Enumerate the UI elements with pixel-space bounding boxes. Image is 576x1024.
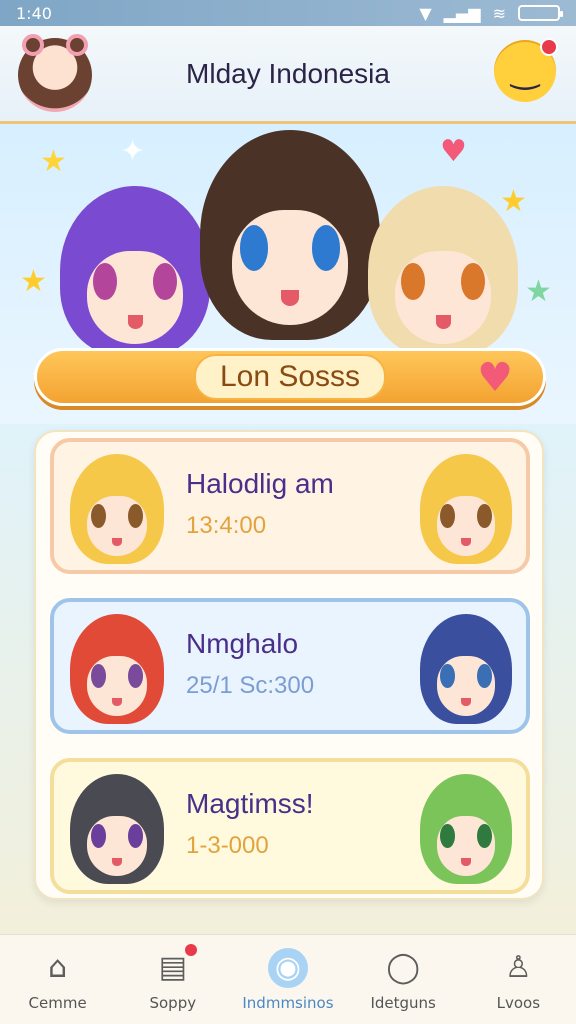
character-eye: [93, 262, 117, 300]
character-mouth: [461, 857, 471, 867]
character-eye: [153, 262, 177, 300]
character-eye: [440, 663, 455, 688]
card-time: 25/1 Sc:300: [186, 672, 315, 699]
character-eye: [128, 663, 144, 688]
character-eye: [90, 663, 106, 688]
notification-badge: [184, 943, 197, 956]
star-icon: ★: [20, 264, 47, 299]
character-eye: [477, 503, 492, 528]
page-title: Mlday Indonesia: [186, 57, 390, 89]
star-icon: ★: [500, 184, 527, 219]
character-eye: [239, 224, 269, 271]
avatar-icon: [420, 614, 512, 724]
character-eye: [477, 663, 492, 688]
user-icon: ♙: [504, 950, 532, 985]
character-eye: [440, 503, 455, 528]
avatar-ear-right: [66, 34, 88, 56]
avatar-icon: [420, 774, 512, 884]
card-time: 1-3-000: [186, 832, 269, 859]
wifi-secondary-icon: ≋: [492, 3, 506, 23]
nav-item-calendar[interactable]: ▤ Soppy: [118, 943, 228, 1012]
avatar-icon: [70, 454, 164, 564]
battery-icon: [518, 5, 563, 21]
banner[interactable]: Lon Sosss ♥: [34, 348, 546, 406]
star-icon: ★: [525, 274, 552, 309]
sparkle-icon: ✦: [120, 134, 146, 169]
character-eye: [461, 262, 485, 300]
character-mouth: [461, 697, 471, 707]
signal-icon: ▂▄▆: [443, 3, 481, 23]
status-icons: ▼ ▂▄▆ ≋: [419, 3, 563, 23]
card-title: Nmghalo: [186, 628, 299, 659]
avatar-ear-left: [22, 34, 44, 56]
nav-label: Soppy: [149, 993, 197, 1012]
character-blonde: [368, 186, 518, 356]
character-eye: [128, 823, 144, 848]
character-eye: [128, 503, 144, 528]
card-list: Halodlig am 13:4:00 Nmghalo 25/1 Sc:300: [34, 430, 544, 900]
character-mouth: [127, 315, 143, 329]
avatar-icon: [420, 454, 512, 564]
nav-label: Indmmsinos: [242, 993, 334, 1012]
status-time: 1:40: [16, 3, 52, 23]
character-eye: [311, 224, 341, 271]
heart-icon: ♥: [440, 134, 467, 169]
star-icon: ★: [40, 144, 67, 179]
nav-item-chat[interactable]: ◉ Indmmsinos: [233, 947, 343, 1012]
card-text: Nmghalo 25/1 Sc:300: [186, 628, 426, 700]
character-brown: [200, 130, 380, 340]
banner-label: Lon Sosss: [193, 354, 387, 400]
card-time: 13:4:00: [186, 512, 267, 539]
character-purple: [60, 186, 210, 356]
home-icon: ⌂: [48, 950, 68, 985]
wifi-icon: ▼: [419, 3, 432, 23]
nav-label: Cemme: [28, 993, 87, 1012]
nav-item-profile[interactable]: ♙ Lvoos: [463, 948, 573, 1012]
character-mouth: [461, 537, 471, 547]
nav-label: Idetguns: [370, 993, 436, 1012]
bottom-nav: ⌂ Cemme ▤ Soppy ◉ Indmmsinos ◯ Idetguns …: [0, 934, 576, 1024]
message-icon: ◯: [386, 950, 420, 985]
character-eye: [440, 823, 455, 848]
status-bar: 1:40 ▼ ▂▄▆ ≋: [0, 0, 576, 26]
chat-icon: ◉: [267, 947, 308, 988]
nav-item-messages[interactable]: ◯ Idetguns: [348, 948, 458, 1012]
notification-dot: [540, 38, 558, 56]
calendar-icon: ▤: [153, 943, 197, 988]
smiley-icon[interactable]: ‿: [494, 38, 558, 102]
nav-label: Lvoos: [496, 993, 541, 1012]
character-eye: [401, 262, 425, 300]
character-eye: [477, 823, 492, 848]
card-text: Magtimss! 1-3-000: [186, 788, 426, 860]
avatar-icon: [70, 774, 164, 884]
character-eye: [90, 503, 106, 528]
nav-item-home[interactable]: ⌂ Cemme: [3, 948, 113, 1012]
heart-icon: ♥: [477, 355, 513, 401]
character-eye: [90, 823, 106, 848]
card-title: Halodlig am: [186, 468, 334, 499]
avatar[interactable]: [18, 34, 92, 112]
character-mouth: [435, 315, 451, 329]
list-item[interactable]: Nmghalo 25/1 Sc:300: [50, 598, 530, 734]
app-header: Mlday Indonesia ‿: [0, 26, 576, 124]
list-item[interactable]: Magtimss! 1-3-000: [50, 758, 530, 894]
avatar-icon: [70, 614, 164, 724]
card-text: Halodlig am 13:4:00: [186, 468, 426, 540]
card-title: Magtimss!: [186, 788, 314, 819]
list-item[interactable]: Halodlig am 13:4:00: [50, 438, 530, 574]
